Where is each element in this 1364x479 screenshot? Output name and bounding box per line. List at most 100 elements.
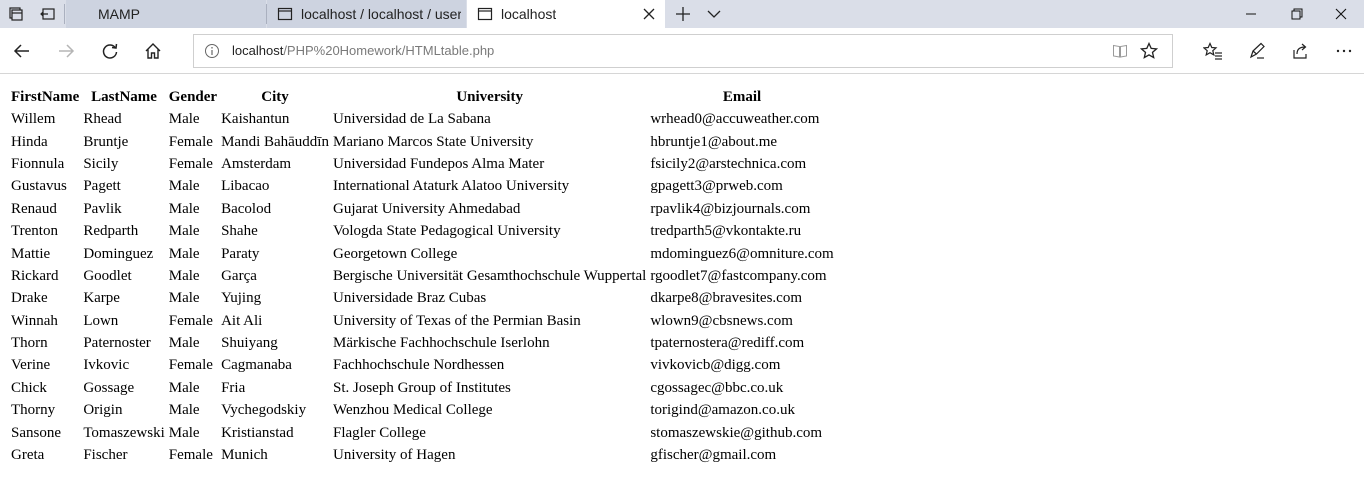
share-icon[interactable] (1284, 35, 1316, 67)
cell-city: Shuiyang (221, 335, 278, 352)
cell-email: gpagett3@prweb.com (650, 178, 783, 195)
cell-first-name: Chick (11, 379, 47, 396)
tab-phpmyadmin[interactable]: localhost / localhost / user i (267, 0, 466, 28)
cell-email: dkarpe8@bravesites.com (650, 290, 803, 307)
table-row: Rickard Goodlet Male Garça Bergische Univers… (10, 266, 835, 286)
url-text[interactable]: localhost/PHP%20Homework/HTMLtable.php (232, 43, 494, 58)
table-body: Willem Rhead Male Kaishantun Universidad de … (10, 109, 835, 465)
table-row: Thorn Paternoster Male Shuiyang Märkische Fa… (10, 333, 835, 353)
cell-first-name: Sansone (11, 424, 61, 441)
cell-gender: Male (168, 200, 200, 217)
cell-first-name: Thorny (11, 402, 56, 419)
info-icon[interactable] (204, 43, 220, 59)
back-arrow-icon (13, 44, 29, 58)
pen-icon[interactable] (1241, 35, 1273, 67)
cell-last-name: Dominguez (83, 245, 154, 262)
cell-last-name: Bruntje (83, 133, 129, 150)
back-button[interactable] (6, 35, 38, 67)
window-close-button[interactable] (1318, 0, 1364, 28)
cell-university: Vologda State Pedagogical University (332, 223, 561, 240)
users-table: FirstName LastName Gender City University Ema… (8, 85, 837, 467)
tab-label: MAMP (98, 6, 140, 22)
cell-city: Ait Ali (221, 312, 263, 329)
table-row: Thorny Origin Male Vychegodskiy Wenzhou Medi… (10, 400, 835, 420)
tab-label: localhost / localhost / user i (301, 6, 461, 22)
forward-button[interactable] (50, 35, 82, 67)
cell-city: Kristianstad (221, 424, 294, 441)
table-row: Hinda Bruntje Female Mandi Bahāuddīn Mariano… (10, 131, 835, 151)
cell-gender: Male (168, 267, 200, 284)
cell-last-name: Rhead (83, 111, 122, 128)
cell-first-name: Mattie (11, 245, 51, 262)
column-header-university: University (456, 89, 523, 105)
cell-city: Garça (221, 267, 257, 284)
column-header-gender: Gender (168, 89, 218, 105)
page-icon (277, 6, 293, 22)
cell-last-name: Sicily (83, 155, 119, 172)
favorites-hub-icon[interactable] (1197, 35, 1229, 67)
cell-gender: Female (168, 312, 213, 329)
cell-last-name: Tomaszewski (83, 424, 165, 441)
cell-university: St. Joseph Group of Institutes (332, 379, 511, 396)
cell-email: vivkovicb@digg.com (650, 357, 781, 374)
cell-gender: Male (168, 290, 200, 307)
table-row: Sansone Tomaszewski Male Kristianstad Flagle… (10, 422, 835, 442)
cell-gender: Male (168, 424, 200, 441)
cell-email: tpaternostera@rediff.com (650, 335, 805, 352)
cell-email: fsicily2@arstechnica.com (650, 155, 807, 172)
chevron-down-icon[interactable] (699, 0, 729, 28)
cell-university: Bergische Universität Gesamthochschule W… (332, 267, 647, 284)
table-row: Gustavus Pagett Male Libacao International A… (10, 176, 835, 196)
cell-first-name: Hinda (11, 133, 48, 150)
table-row: Fionnula Sicily Female Amsterdam Universidad… (10, 154, 835, 174)
cell-university: University of Hagen (332, 447, 456, 464)
url-path: /PHP%20Homework/HTMLtable.php (283, 43, 495, 58)
cell-first-name: Verine (11, 357, 51, 374)
cell-city: Amsterdam (221, 155, 292, 172)
forward-arrow-icon (59, 44, 75, 58)
table-row: Greta Fischer Female Munich University of Ha… (10, 445, 835, 465)
cell-last-name: Lown (83, 312, 119, 329)
cell-last-name: Gossage (83, 379, 135, 396)
table-row: Chick Gossage Male Fria St. Joseph Group of … (10, 378, 835, 398)
cell-gender: Female (168, 133, 213, 150)
cell-university: University of Texas of the Permian Basin (332, 312, 581, 329)
cell-university: Fachhochschule Nordhessen (332, 357, 505, 374)
home-button[interactable] (137, 35, 169, 67)
close-icon[interactable] (641, 6, 657, 22)
address-bar[interactable]: localhost/PHP%20Homework/HTMLtable.php (193, 34, 1173, 68)
cell-gender: Male (168, 245, 200, 262)
cell-email: stomaszewskie@github.com (650, 424, 823, 441)
restore-tabs-icon[interactable] (33, 0, 63, 28)
plus-icon[interactable] (667, 0, 699, 28)
cell-city: Kaishantun (221, 111, 290, 128)
navigation-bar: localhost/PHP%20Homework/HTMLtable.php (0, 28, 1364, 74)
tab-separator (64, 4, 65, 24)
cell-university: Gujarat University Ahmedabad (332, 200, 521, 217)
cell-gender: Male (168, 223, 200, 240)
page-content: FirstName LastName Gender City University Ema… (0, 75, 1364, 479)
cell-first-name: Renaud (11, 200, 57, 217)
table-header-row: FirstName LastName Gender City University Ema… (10, 87, 835, 107)
refresh-button[interactable] (94, 35, 126, 67)
column-header-email: Email (722, 89, 762, 105)
home-icon (145, 43, 161, 59)
cell-first-name: Winnah (11, 312, 58, 329)
tabs-aside-icon[interactable] (1, 0, 31, 28)
more-icon[interactable] (1328, 35, 1360, 67)
cell-city: Munich (221, 447, 268, 464)
tab-mamp[interactable]: MAMP (66, 0, 266, 28)
cell-last-name: Redparth (83, 223, 139, 240)
cell-email: rgoodlet7@fastcompany.com (650, 267, 827, 284)
reading-view-icon[interactable] (1112, 43, 1128, 59)
restore-button[interactable] (1274, 0, 1320, 28)
cell-gender: Female (168, 155, 213, 172)
star-icon[interactable] (1139, 41, 1159, 60)
minimize-button[interactable] (1228, 0, 1274, 28)
tab-localhost[interactable]: localhost (467, 0, 665, 28)
table-row: Winnah Lown Female Ait Ali University of Tex… (10, 311, 835, 331)
cell-gender: Male (168, 111, 200, 128)
cell-university: Märkische Fachhochschule Iserlohn (332, 335, 550, 352)
column-header-first-name: FirstName (11, 89, 80, 105)
cell-university: Wenzhou Medical College (332, 402, 493, 419)
